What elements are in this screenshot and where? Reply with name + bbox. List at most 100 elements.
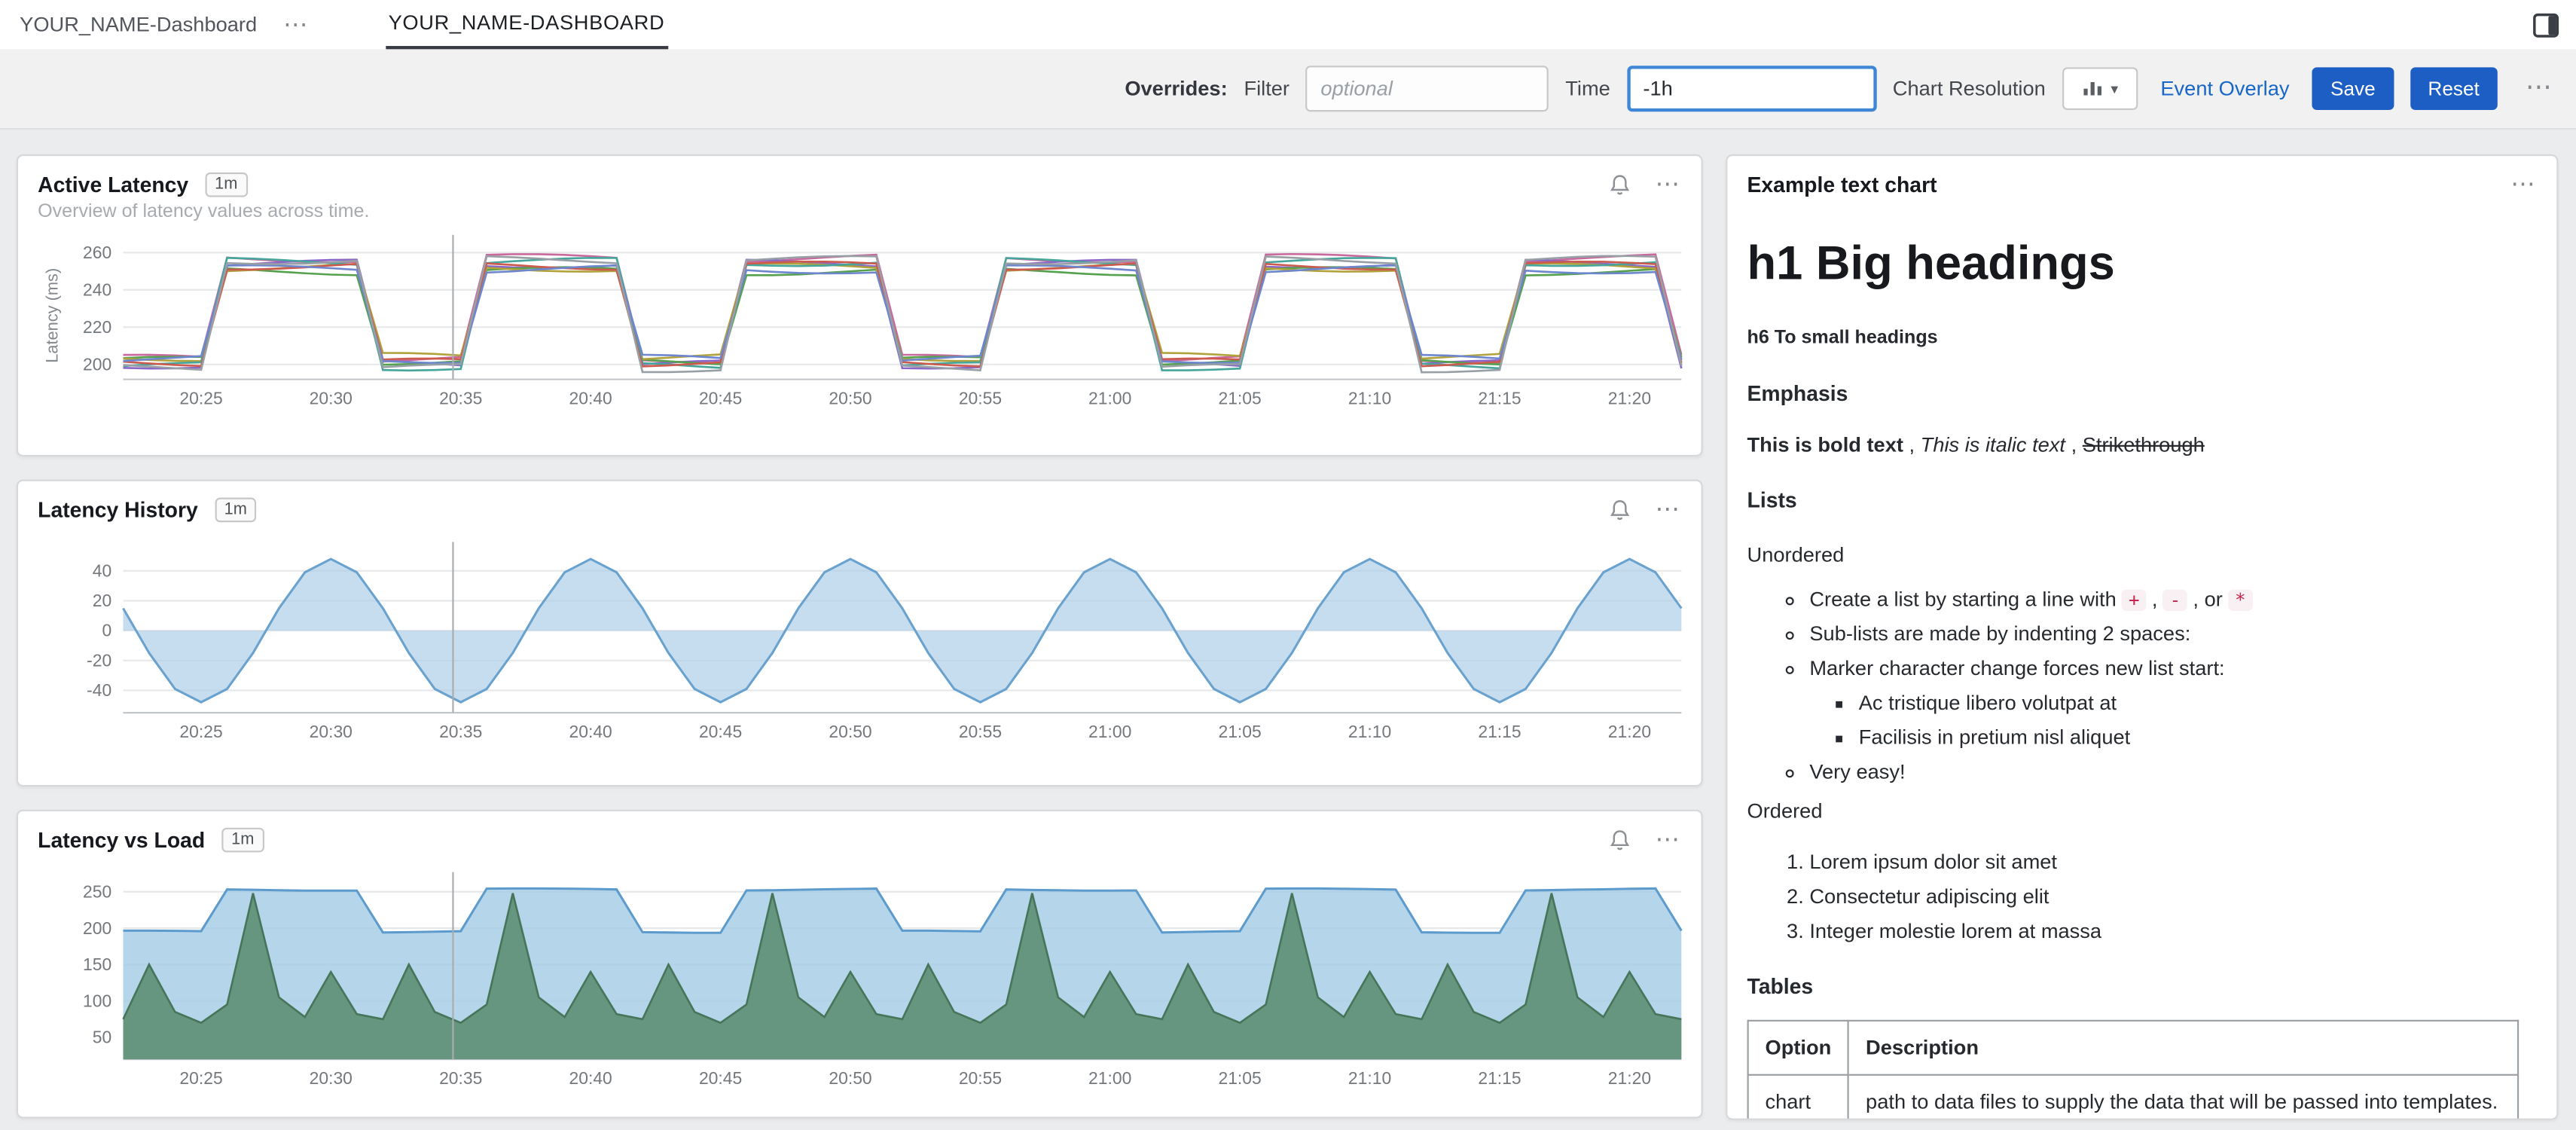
svg-text:20:30: 20:30 [310, 1068, 353, 1088]
md-emphasis-line: This is bold text , This is italic text … [1747, 429, 2538, 460]
chart-menu-icon[interactable]: ⋯ [1655, 173, 1681, 197]
svg-text:250: 250 [83, 881, 111, 901]
svg-text:20:40: 20:40 [569, 722, 612, 741]
dashboard-app: YOUR_NAME-Dashboard ⋯ YOUR_NAME-DASHBOAR… [0, 0, 2576, 1130]
md-heading-tables: Tables [1747, 972, 2538, 1003]
dashboard-group-title[interactable]: YOUR_NAME-Dashboard [20, 13, 257, 36]
svg-text:-40: -40 [87, 680, 111, 700]
svg-text:21:05: 21:05 [1218, 1068, 1261, 1088]
svg-text:20:25: 20:25 [179, 388, 222, 408]
svg-text:21:15: 21:15 [1478, 722, 1521, 741]
md-h6: h6 To small headings [1747, 325, 2538, 353]
svg-text:21:10: 21:10 [1348, 722, 1391, 741]
plot-area: -40-200204020:2520:3020:3520:4020:4520:5… [38, 539, 1681, 760]
svg-text:20:40: 20:40 [569, 1068, 612, 1088]
svg-text:220: 220 [83, 317, 111, 337]
list-item: Marker character change forces new list … [1809, 653, 2537, 753]
group-menu-icon[interactable]: ⋯ [283, 12, 310, 37]
alert-bell-icon[interactable] [1607, 828, 1632, 853]
svg-text:20:40: 20:40 [569, 388, 612, 408]
svg-text:40: 40 [93, 560, 111, 580]
unordered-list: Create a list by starting a line with + … [1747, 584, 2538, 787]
resolution-badge: 1m [221, 828, 264, 853]
chart-card-active-latency: Active Latency 1m ⋯ Overview of latency … [17, 154, 1703, 457]
list-item: Lorem ipsum dolor sit amet [1809, 847, 2537, 877]
svg-text:20:25: 20:25 [179, 1068, 222, 1088]
svg-text:21:20: 21:20 [1608, 388, 1651, 408]
dashboard-tab[interactable]: YOUR_NAME-DASHBOARD [385, 0, 667, 49]
svg-text:20:30: 20:30 [310, 722, 353, 741]
svg-text:50: 50 [93, 1028, 111, 1047]
plot-area: 5010015020025020:2520:3020:3520:4020:452… [38, 869, 1681, 1107]
save-button[interactable]: Save [2312, 67, 2394, 110]
bold-text: This is bold text [1747, 433, 1903, 457]
svg-text:21:20: 21:20 [1608, 722, 1651, 741]
svg-text:20:55: 20:55 [959, 722, 1002, 741]
chart-menu-icon[interactable]: ⋯ [1655, 828, 1681, 853]
time-label: Time [1565, 77, 1610, 100]
chart-menu-icon[interactable]: ⋯ [2510, 173, 2537, 197]
latency-vs-load-chart[interactable]: 5010015020025020:2520:3020:3520:4020:452… [38, 869, 1685, 1098]
alert-bell-icon[interactable] [1607, 173, 1632, 197]
chart-resolution-icon [2081, 76, 2102, 101]
table-row: chart path to data files to supply the d… [1748, 1075, 2518, 1120]
list-item: Very easy! [1809, 758, 2537, 788]
strikethrough-text: Strikethrough [2083, 433, 2205, 457]
svg-text:100: 100 [83, 991, 111, 1010]
chart-subtitle: Overview of latency values across time. [38, 202, 1681, 221]
inline-code: * [2228, 589, 2252, 610]
md-heading-emphasis: Emphasis [1747, 379, 2538, 410]
charts-column: Active Latency 1m ⋯ Overview of latency … [17, 154, 1703, 1120]
svg-text:200: 200 [83, 918, 111, 938]
md-unordered-label: Unordered [1747, 539, 2538, 570]
italic-text: This is italic text [1921, 433, 2065, 457]
svg-text:21:20: 21:20 [1608, 1068, 1651, 1088]
chevron-down-icon: ▾ [2111, 80, 2118, 98]
svg-text:20:35: 20:35 [439, 1068, 482, 1088]
alert-bell-icon[interactable] [1607, 498, 1632, 523]
markdown-content: h1 Big headings h6 To small headings Emp… [1747, 230, 2538, 1120]
table-header-row: Option Description [1748, 1020, 2518, 1074]
text-column: Example text chart ⋯ h1 Big headings h6 … [1726, 154, 2558, 1120]
svg-text:20:55: 20:55 [959, 1068, 1002, 1088]
list-item: Consectetur adipiscing elit [1809, 881, 2537, 912]
svg-text:20:55: 20:55 [959, 388, 1002, 408]
active-latency-chart[interactable]: 20022024026020:2520:3020:3520:4020:4520:… [38, 231, 1685, 415]
latency-history-chart[interactable]: -40-200204020:2520:3020:3520:4020:4520:5… [38, 539, 1685, 752]
svg-text:0: 0 [102, 621, 112, 640]
overrides-toolbar: Overrides: Filter Time Chart Resolution … [0, 49, 2576, 130]
inline-code: + [2122, 589, 2146, 610]
reset-button[interactable]: Reset [2410, 67, 2497, 110]
list-item: Facilisis in pretium nisl aliquet [1859, 723, 2537, 753]
chart-menu-icon[interactable]: ⋯ [1655, 498, 1681, 523]
list-item: Integer molestie lorem at massa [1809, 916, 2537, 946]
card-header: Latency History 1m ⋯ [38, 498, 1681, 523]
list-item: Sub-lists are made by indenting 2 spaces… [1809, 618, 2537, 649]
svg-text:21:15: 21:15 [1478, 388, 1521, 408]
toolbar-menu-icon[interactable]: ⋯ [2526, 75, 2553, 102]
list-item: Ac tristique libero volutpat at [1859, 688, 2537, 718]
chart-resolution-dropdown[interactable]: ▾ [2062, 67, 2138, 110]
event-overlay-link[interactable]: Event Overlay [2160, 77, 2289, 100]
dashboard-body: Active Latency 1m ⋯ Overview of latency … [0, 130, 2576, 1120]
panel-toggle-icon[interactable] [2532, 11, 2560, 39]
svg-text:-20: -20 [87, 650, 111, 670]
svg-text:240: 240 [83, 279, 111, 299]
svg-text:20:50: 20:50 [829, 388, 871, 408]
svg-text:21:00: 21:00 [1088, 722, 1131, 741]
svg-text:21:00: 21:00 [1088, 388, 1131, 408]
card-header: Active Latency 1m ⋯ [38, 173, 1681, 197]
svg-text:21:00: 21:00 [1088, 1068, 1131, 1088]
card-header: Latency vs Load 1m ⋯ [38, 828, 1681, 853]
card-header: Example text chart ⋯ [1747, 173, 2538, 197]
chart-title: Example text chart [1747, 173, 1937, 197]
svg-text:20:50: 20:50 [829, 1068, 871, 1088]
chart-title: Latency vs Load [38, 828, 205, 853]
md-ordered-label: Ordered [1747, 797, 2538, 827]
svg-text:21:05: 21:05 [1218, 722, 1261, 741]
svg-text:20:30: 20:30 [310, 388, 353, 408]
filter-input[interactable] [1306, 66, 1549, 111]
title-bar: YOUR_NAME-Dashboard ⋯ YOUR_NAME-DASHBOAR… [0, 0, 2576, 49]
svg-text:20:35: 20:35 [439, 722, 482, 741]
time-input[interactable] [1627, 66, 1876, 111]
